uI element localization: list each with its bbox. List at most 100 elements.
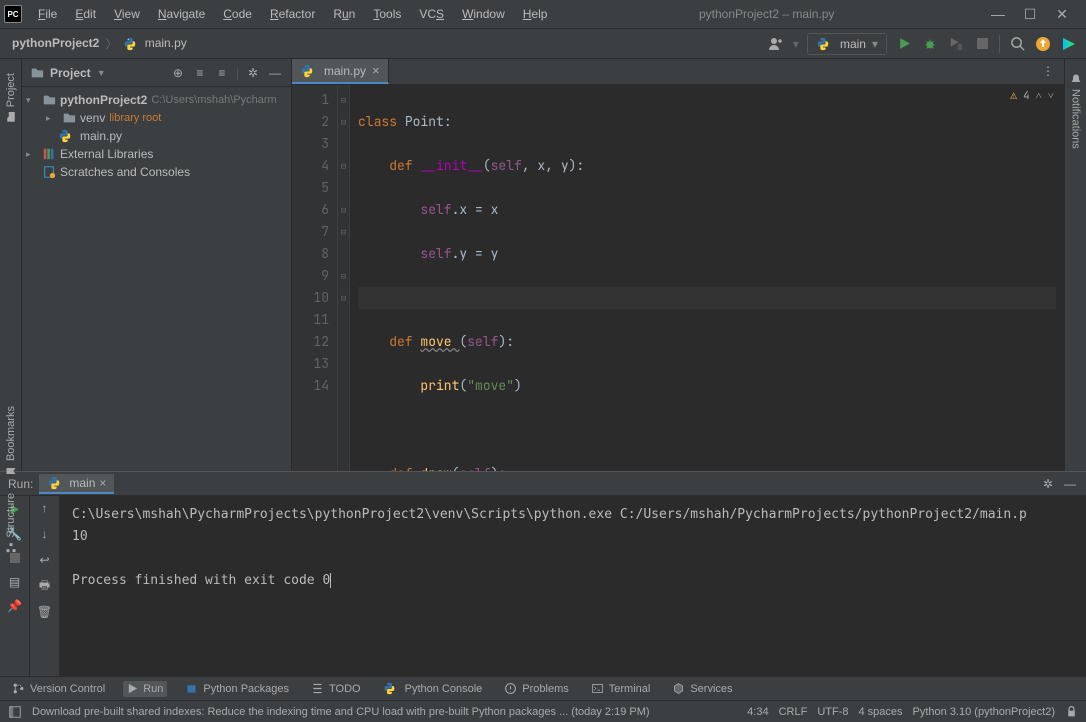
side-tab-bookmarks[interactable]: Bookmarks bbox=[3, 400, 19, 483]
minimize-button[interactable]: — bbox=[990, 6, 1006, 22]
tab-python-console[interactable]: Python Console bbox=[379, 680, 487, 697]
side-tab-project[interactable]: Project bbox=[3, 67, 19, 129]
tool-windows-button[interactable] bbox=[8, 705, 22, 719]
menubar: File Edit View Navigate Code Refactor Ru… bbox=[30, 3, 555, 25]
menu-help[interactable]: Help bbox=[515, 3, 556, 25]
hide-button[interactable]: — bbox=[1062, 476, 1078, 492]
stop-button[interactable] bbox=[973, 35, 991, 53]
menu-window[interactable]: Window bbox=[454, 3, 513, 25]
chevron-right-icon[interactable]: ▸ bbox=[26, 149, 38, 160]
status-indent[interactable]: 4 spaces bbox=[858, 706, 902, 718]
status-interpreter[interactable]: Python 3.10 (pythonProject2) bbox=[913, 706, 1055, 718]
close-button[interactable]: ✕ bbox=[1054, 6, 1070, 22]
side-tab-notifications[interactable]: Notifications bbox=[1068, 67, 1084, 155]
wrap-icon[interactable]: ↩ bbox=[37, 552, 53, 568]
settings-icon[interactable]: ✲ bbox=[245, 65, 261, 81]
menu-view[interactable]: View bbox=[106, 3, 148, 25]
breadcrumb-file[interactable]: main.py bbox=[119, 34, 190, 53]
code-editor[interactable]: ⚠ 4 ˄ ˅ 1234567891011121314 ⊟ ⊟ ⊟ ⊟ ⊟ ⊟ … bbox=[292, 85, 1064, 471]
chevron-up-icon[interactable]: ˄ bbox=[1036, 89, 1042, 103]
update-button[interactable] bbox=[1034, 35, 1052, 53]
add-user-icon[interactable] bbox=[767, 35, 785, 53]
tab-terminal[interactable]: Terminal bbox=[587, 680, 655, 697]
gear-icon[interactable]: ✲ bbox=[1040, 476, 1056, 492]
search-everywhere-button[interactable] bbox=[1008, 35, 1026, 53]
close-tab-button[interactable]: × bbox=[372, 63, 380, 78]
menu-edit[interactable]: Edit bbox=[67, 3, 104, 25]
tree-project-root[interactable]: ▾ pythonProject2 C:\Users\mshah\Pycharm bbox=[22, 91, 291, 109]
lock-icon[interactable] bbox=[1065, 705, 1078, 718]
run-coverage-button[interactable] bbox=[947, 35, 965, 53]
menu-refactor[interactable]: Refactor bbox=[262, 3, 323, 25]
ide-settings-button[interactable] bbox=[1060, 35, 1078, 53]
debug-button[interactable] bbox=[921, 35, 939, 53]
tree-main-file[interactable]: main.py bbox=[22, 127, 291, 145]
up-icon[interactable]: ↑ bbox=[37, 500, 53, 516]
warning-icon: ⚠ bbox=[1010, 89, 1017, 103]
tab-version-control[interactable]: Version Control bbox=[8, 680, 109, 697]
project-panel-title: Project bbox=[50, 66, 91, 80]
menu-tools[interactable]: Tools bbox=[365, 3, 409, 25]
breadcrumb-project[interactable]: pythonProject2 bbox=[8, 34, 103, 52]
pin-icon[interactable]: 📌 bbox=[7, 598, 23, 614]
run-tool-window: Run: main × ✲ — 🔧 ▤ 📌 ↑ ↓ ↩ 🖶 🗑 C:\Users… bbox=[0, 471, 1086, 676]
status-line-sep[interactable]: CRLF bbox=[779, 706, 808, 718]
python-file-icon bbox=[58, 129, 72, 143]
fold-icon[interactable]: ⊟ bbox=[338, 89, 349, 111]
tab-services[interactable]: Services bbox=[668, 680, 736, 697]
fold-icon[interactable]: ⊟ bbox=[338, 199, 349, 221]
tab-run[interactable]: Run bbox=[123, 681, 167, 697]
editor-more-icon[interactable]: ⋮ bbox=[1040, 63, 1056, 79]
code-content[interactable]: class Point: def __init__(self, x, y): s… bbox=[350, 85, 1064, 471]
chevron-down-icon[interactable]: ▾ bbox=[26, 95, 38, 106]
fold-end-icon[interactable]: ⊟ bbox=[338, 155, 349, 177]
down-icon[interactable]: ↓ bbox=[37, 526, 53, 542]
main-area: Project Project ▼ ⊕ ≡ ≡ | ✲ — ▾ pythonPr… bbox=[0, 59, 1086, 471]
select-opened-file-button[interactable]: ⊕ bbox=[170, 65, 186, 81]
fold-icon[interactable]: ⊟ bbox=[338, 111, 349, 133]
editor-inspection-status[interactable]: ⚠ 4 ˄ ˅ bbox=[1010, 89, 1054, 103]
folder-icon bbox=[30, 66, 44, 80]
tab-todo[interactable]: TODO bbox=[307, 680, 365, 697]
run-toolbar-right: ↑ ↓ ↩ 🖶 🗑 bbox=[30, 496, 60, 676]
tree-external-libraries[interactable]: ▸ External Libraries bbox=[22, 145, 291, 163]
menu-file[interactable]: File bbox=[30, 3, 65, 25]
hide-button[interactable]: — bbox=[267, 65, 283, 81]
menu-run[interactable]: Run bbox=[325, 3, 363, 25]
tab-python-packages[interactable]: Python Packages bbox=[181, 680, 293, 697]
python-icon bbox=[816, 37, 830, 51]
expand-all-button[interactable]: ≡ bbox=[192, 65, 208, 81]
status-message[interactable]: Download pre-built shared indexes: Reduc… bbox=[32, 706, 737, 718]
chevron-down-icon[interactable]: ˅ bbox=[1048, 89, 1054, 103]
tab-problems[interactable]: Problems bbox=[500, 680, 572, 697]
menu-vcs[interactable]: VCS bbox=[411, 3, 452, 25]
run-config-selector[interactable]: main ▾ bbox=[807, 33, 887, 55]
layout-icon[interactable]: ▤ bbox=[7, 574, 23, 590]
collapse-all-button[interactable]: ≡ bbox=[214, 65, 230, 81]
status-encoding[interactable]: UTF-8 bbox=[817, 706, 848, 718]
print-icon[interactable]: 🖶 bbox=[37, 578, 53, 594]
side-tab-structure[interactable]: Structure bbox=[3, 487, 19, 560]
close-tab-button[interactable]: × bbox=[99, 476, 106, 490]
run-tab-main[interactable]: main × bbox=[39, 474, 114, 494]
maximize-button[interactable]: ☐ bbox=[1022, 6, 1038, 22]
status-caret-pos[interactable]: 4:34 bbox=[747, 706, 768, 718]
trash-icon[interactable]: 🗑 bbox=[37, 604, 53, 620]
fold-end-icon[interactable]: ⊟ bbox=[338, 287, 349, 309]
menu-navigate[interactable]: Navigate bbox=[150, 3, 213, 25]
tree-venv-folder[interactable]: ▸ venv library root bbox=[22, 109, 291, 127]
tree-scratches[interactable]: Scratches and Consoles bbox=[22, 163, 291, 181]
console-output[interactable]: C:\Users\mshah\PycharmProjects\pythonPro… bbox=[60, 496, 1086, 676]
titlebar: PC File Edit View Navigate Code Refactor… bbox=[0, 0, 1086, 29]
fold-icon[interactable]: ⊟ bbox=[338, 265, 349, 287]
run-button[interactable] bbox=[895, 35, 913, 53]
editor-tab-main[interactable]: main.py × bbox=[292, 59, 389, 84]
line-number-gutter: 1234567891011121314 bbox=[292, 85, 338, 471]
chevron-right-icon[interactable]: ▸ bbox=[46, 113, 58, 124]
menu-code[interactable]: Code bbox=[215, 3, 260, 25]
fold-end-icon[interactable]: ⊟ bbox=[338, 221, 349, 243]
chevron-down-icon[interactable]: ▼ bbox=[97, 68, 106, 78]
chevron-right-icon: 〉 bbox=[105, 35, 117, 52]
status-bar: Download pre-built shared indexes: Reduc… bbox=[0, 700, 1086, 722]
navbar: pythonProject2 〉 main.py ▾ main ▾ bbox=[0, 29, 1086, 59]
